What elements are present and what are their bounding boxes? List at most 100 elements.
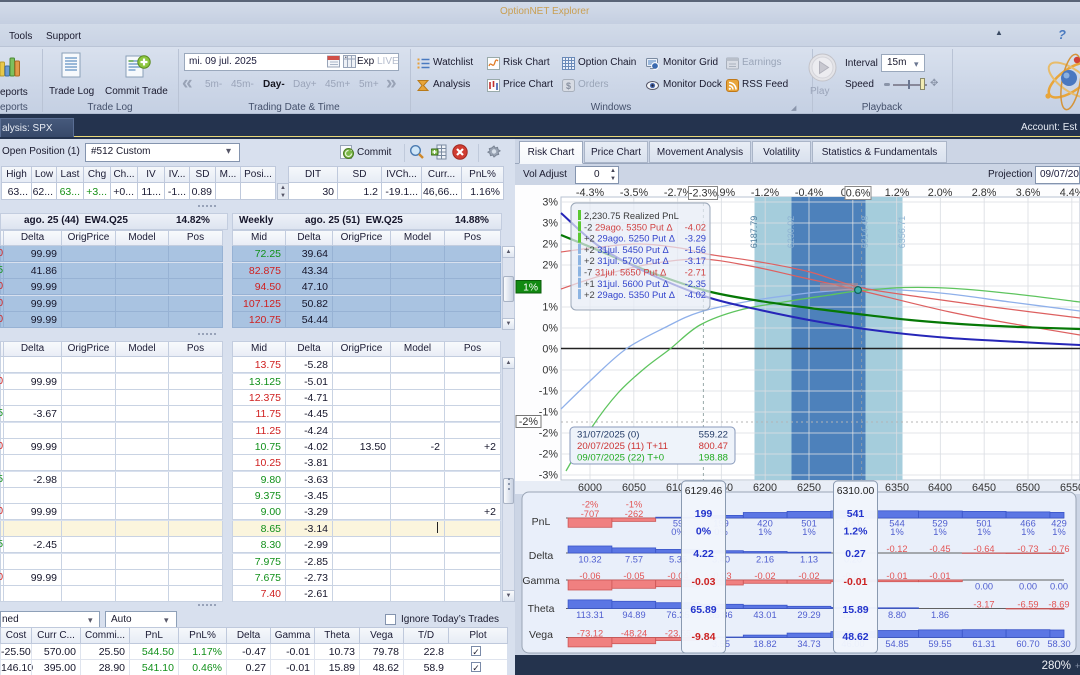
svg-text:58.30: 58.30 xyxy=(1047,639,1070,649)
svg-text:31/07/2025 (0): 31/07/2025 (0) xyxy=(577,430,639,441)
svg-text:6187.79: 6187.79 xyxy=(749,216,759,249)
svg-text:43.01: 43.01 xyxy=(753,610,776,620)
svg-text:-1%: -1% xyxy=(539,386,559,398)
svg-text:6310.00: 6310.00 xyxy=(837,486,875,497)
svg-text:800.47: 800.47 xyxy=(699,441,728,452)
svg-text:-2.71: -2.71 xyxy=(685,267,706,278)
svg-text:6356.71: 6356.71 xyxy=(897,216,907,249)
svg-text:2.0%: 2.0% xyxy=(928,187,953,199)
svg-text:1%: 1% xyxy=(523,283,538,294)
svg-text:-6.59: -6.59 xyxy=(1017,600,1038,610)
svg-text:+2 29ago. 5250 Put Δ: +2 29ago. 5250 Put Δ xyxy=(584,233,675,244)
svg-text:1%: 1% xyxy=(933,527,946,537)
svg-text:-3%: -3% xyxy=(539,470,559,482)
svg-text:48.62: 48.62 xyxy=(842,631,868,643)
svg-text:0%: 0% xyxy=(542,344,558,356)
svg-text:-3.17: -3.17 xyxy=(685,255,706,266)
svg-text:-8.69: -8.69 xyxy=(1048,600,1069,610)
svg-text:-0.03: -0.03 xyxy=(692,576,716,588)
svg-text:-2%: -2% xyxy=(539,449,559,461)
svg-text:-3.17: -3.17 xyxy=(973,600,994,610)
svg-text:-1.2%: -1.2% xyxy=(751,187,780,199)
svg-text:+2 31jul. 5700 Put Δ: +2 31jul. 5700 Put Δ xyxy=(584,255,669,266)
svg-text:-2%: -2% xyxy=(539,428,559,440)
svg-text:3%: 3% xyxy=(542,197,558,209)
svg-text:280%: 280% xyxy=(1042,660,1071,672)
svg-text:541: 541 xyxy=(847,508,865,520)
svg-text:0.6%: 0.6% xyxy=(846,188,871,200)
svg-text:3.6%: 3.6% xyxy=(1016,187,1041,199)
svg-text:60.70: 60.70 xyxy=(1016,639,1039,649)
svg-text:0.00: 0.00 xyxy=(1019,582,1037,592)
svg-text:199: 199 xyxy=(695,508,713,520)
svg-text:1%: 1% xyxy=(1052,527,1065,537)
svg-text:-0.73: -0.73 xyxy=(1017,544,1038,554)
svg-text:-1%: -1% xyxy=(626,500,643,510)
svg-text:-2%: -2% xyxy=(582,500,599,510)
svg-text:0.00: 0.00 xyxy=(975,582,993,592)
svg-text:Vega: Vega xyxy=(529,629,553,641)
svg-text:-1%: -1% xyxy=(539,407,559,419)
svg-text:1%: 1% xyxy=(802,527,815,537)
svg-text:+1 31jul. 5600 Put Δ: +1 31jul. 5600 Put Δ xyxy=(584,278,669,289)
svg-text:3%: 3% xyxy=(542,218,558,230)
svg-text:$: $ xyxy=(566,81,571,91)
svg-text:Theta: Theta xyxy=(528,603,555,615)
svg-text:-0.02: -0.02 xyxy=(798,571,819,581)
svg-text:2,230.75 Realized PnL: 2,230.75 Realized PnL xyxy=(584,210,679,221)
svg-text:1%: 1% xyxy=(1021,527,1034,537)
svg-text:0%: 0% xyxy=(696,526,712,538)
svg-text:-48.24: -48.24 xyxy=(621,629,647,639)
svg-text:-0.76: -0.76 xyxy=(1048,544,1069,554)
svg-text:-2%: -2% xyxy=(519,416,539,428)
svg-text:-0.05: -0.05 xyxy=(623,571,644,581)
svg-text:15.89: 15.89 xyxy=(842,604,868,616)
svg-text:-0.02: -0.02 xyxy=(754,571,775,581)
svg-text:+2 29ago. 5350 Put Δ: +2 29ago. 5350 Put Δ xyxy=(584,289,675,300)
svg-text:-2.3%: -2.3% xyxy=(689,188,718,200)
svg-text:6129.46: 6129.46 xyxy=(685,486,723,497)
svg-text:2.16: 2.16 xyxy=(756,555,774,565)
svg-text:2.8%: 2.8% xyxy=(972,187,997,199)
svg-text:6230.02: 6230.02 xyxy=(786,216,796,249)
svg-text:20/07/2025 (11) T+11: 20/07/2025 (11) T+11 xyxy=(577,441,668,452)
svg-text:59.55: 59.55 xyxy=(928,639,951,649)
svg-text:10.32: 10.32 xyxy=(578,555,601,565)
svg-text:113.31: 113.31 xyxy=(576,610,604,620)
svg-text:PnL: PnL xyxy=(532,516,551,528)
svg-text:94.89: 94.89 xyxy=(622,610,645,620)
svg-text:1.2%: 1.2% xyxy=(885,187,910,199)
svg-text:1%: 1% xyxy=(890,527,903,537)
svg-text:-0.4%: -0.4% xyxy=(795,187,824,199)
svg-text:+2 31jul. 5450 Put Δ: +2 31jul. 5450 Put Δ xyxy=(584,244,669,255)
svg-text:+: + xyxy=(1075,661,1080,671)
svg-text:-7 31jul. 5650 Put Δ: -7 31jul. 5650 Put Δ xyxy=(584,267,666,278)
svg-text:Gamma: Gamma xyxy=(522,575,560,587)
svg-text:0.00: 0.00 xyxy=(1050,582,1068,592)
svg-text:198.88: 198.88 xyxy=(699,453,728,464)
svg-text:1.86: 1.86 xyxy=(931,610,949,620)
svg-text:559.22: 559.22 xyxy=(699,430,728,441)
svg-text:-9.84: -9.84 xyxy=(692,631,716,643)
svg-text:18.82: 18.82 xyxy=(753,639,776,649)
svg-text:2%: 2% xyxy=(542,239,558,251)
svg-text:2%: 2% xyxy=(542,260,558,272)
svg-text:-0.01: -0.01 xyxy=(929,571,950,581)
svg-text:-3.5%: -3.5% xyxy=(620,187,649,199)
svg-text:-2.35: -2.35 xyxy=(685,278,706,289)
svg-text:-0.01: -0.01 xyxy=(886,571,907,581)
svg-text:1%: 1% xyxy=(542,302,558,314)
svg-text:4.22: 4.22 xyxy=(693,548,714,560)
svg-text:65.89: 65.89 xyxy=(690,604,716,616)
svg-text:-4.02: -4.02 xyxy=(685,289,706,300)
svg-text:4.4%: 4.4% xyxy=(1060,187,1080,199)
svg-text:61.31: 61.31 xyxy=(972,639,995,649)
svg-text:-1.56: -1.56 xyxy=(685,244,706,255)
svg-text:8.80: 8.80 xyxy=(888,610,906,620)
svg-text:1.2%: 1.2% xyxy=(844,526,869,538)
svg-text:1.13: 1.13 xyxy=(800,555,818,565)
svg-text:7.57: 7.57 xyxy=(625,555,643,565)
svg-text:54.85: 54.85 xyxy=(885,639,908,649)
svg-text:-0.01: -0.01 xyxy=(844,576,868,588)
svg-text:-4.3%: -4.3% xyxy=(576,187,605,199)
